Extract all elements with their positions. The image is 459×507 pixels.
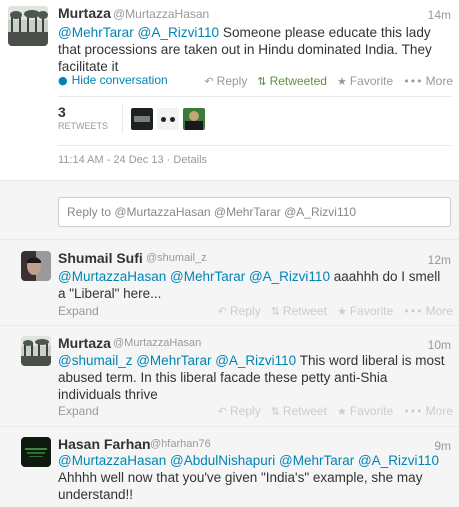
tweet-time[interactable]: 9m	[434, 439, 451, 453]
divider	[58, 96, 451, 97]
reply-tweet[interactable]: Hasan Farhan @hfarhan76 9m @MurtazzaHasa…	[0, 427, 459, 507]
retweet-count: 3	[58, 104, 66, 120]
retweeted-label: Retweeted	[269, 74, 327, 88]
more-label: More	[425, 404, 453, 418]
avatar-image	[21, 336, 51, 366]
more-label: More	[425, 74, 453, 88]
mention-link[interactable]: @A_Rizvi110	[138, 25, 220, 40]
star-icon: ★	[336, 74, 347, 88]
retweet-button[interactable]: ⇅ Retweet	[271, 304, 327, 318]
retweet-label: Retweet	[282, 404, 327, 418]
mention-link[interactable]: @MehrTarar	[58, 25, 134, 40]
reply-placeholder: Reply to @MurtazzaHasan @MehrTarar @A_Ri…	[67, 205, 357, 219]
expand-link[interactable]: Expand	[58, 304, 99, 318]
avatar[interactable]	[8, 6, 48, 46]
more-label: More	[425, 304, 453, 318]
reply-tweet[interactable]: Shumail Sufi @shumail_z 12m @MurtazzaHas…	[0, 240, 459, 325]
mention-links[interactable]: @MurtazzaHasan @MehrTarar @A_Rizvi110	[58, 269, 330, 284]
more-dots-icon: •••	[403, 404, 423, 418]
retweet-stats[interactable]: 3 RETWEETS	[58, 104, 108, 131]
tweet-text: @MurtazzaHasan @MehrTarar @A_Rizvi110 aa…	[58, 268, 449, 302]
speech-bubble-icon: ●	[58, 73, 68, 87]
tweet-time[interactable]: 12m	[428, 253, 451, 267]
reply-button[interactable]: ↶ Reply	[218, 404, 261, 418]
avatar-image	[8, 6, 48, 46]
author-name[interactable]: Hasan Farhan	[58, 436, 151, 452]
author-handle[interactable]: @hfarhan76	[150, 438, 211, 450]
mention-links[interactable]: @shumail_z @MehrTarar @A_Rizvi110	[58, 353, 296, 368]
tweet-actions: ↶ Reply ⇅ Retweet ★ Favorite ••• More	[218, 304, 453, 318]
more-dots-icon: •••	[403, 74, 423, 88]
divider	[122, 104, 123, 134]
reply-button[interactable]: ↶ Reply	[204, 74, 247, 88]
mention-links[interactable]: @MurtazzaHasan @AbdulNishapuri @MehrTara…	[58, 453, 439, 468]
reply-icon: ↶	[217, 404, 228, 418]
more-button[interactable]: ••• More	[403, 404, 453, 418]
tweet-text: @shumail_z @MehrTarar @A_Rizvi110 This w…	[58, 352, 449, 403]
divider	[58, 145, 451, 146]
tweet-text: @MehrTarar @A_Rizvi110 Someone please ed…	[58, 24, 449, 75]
reply-box-container: Reply to @MurtazzaHasan @MehrTarar @A_Ri…	[0, 180, 459, 239]
favorite-button[interactable]: ★ Favorite	[337, 304, 393, 318]
avatar[interactable]	[21, 437, 51, 467]
author-handle[interactable]: @MurtazzaHasan	[113, 337, 201, 349]
favorite-label: Favorite	[349, 304, 394, 318]
tweet-timestamp: 11:14 AM - 24 Dec 13	[58, 154, 164, 166]
retweet-label: Retweet	[282, 304, 327, 318]
retweet-button[interactable]: ⇅ Retweet	[271, 404, 327, 418]
tweet-time[interactable]: 14m	[428, 8, 451, 22]
retweeter-avatars	[131, 108, 205, 130]
avatar[interactable]	[21, 336, 51, 366]
reply-tweet[interactable]: Murtaza @MurtazzaHasan 10m @shumail_z @M…	[0, 326, 459, 426]
retweeted-button[interactable]: ⇅ Retweeted	[257, 74, 327, 88]
reply-label: Reply	[216, 74, 248, 88]
reply-input[interactable]: Reply to @MurtazzaHasan @MehrTarar @A_Ri…	[58, 197, 451, 227]
author-name[interactable]: Shumail Sufi	[58, 250, 143, 266]
avatar[interactable]	[21, 251, 51, 281]
expanded-tweet: Murtaza @MurtazzaHasan 14m @MehrTarar @A…	[0, 0, 459, 180]
author-handle[interactable]: @MurtazzaHasan	[113, 7, 209, 21]
favorite-label: Favorite	[349, 74, 394, 88]
expand-link[interactable]: Expand	[58, 404, 99, 418]
tweet-actions: ↶ Reply ⇅ Retweeted ★ Favorite ••• More	[204, 74, 453, 88]
reply-label: Reply	[230, 304, 261, 318]
tweet-actions: ↶ Reply ⇅ Retweet ★ Favorite ••• More	[218, 404, 453, 418]
tweet-body: Ahhhh well now that you've given "India'…	[58, 470, 423, 502]
hide-conversation-label: Hide conversation	[71, 73, 168, 87]
tweet-text: @MurtazzaHasan @AbdulNishapuri @MehrTara…	[58, 452, 449, 503]
reply-button[interactable]: ↶ Reply	[218, 304, 261, 318]
details-link[interactable]: Details	[173, 154, 207, 166]
more-button[interactable]: ••• More	[403, 74, 453, 88]
favorite-label: Favorite	[349, 404, 394, 418]
favorite-button[interactable]: ★ Favorite	[337, 74, 393, 88]
author-name[interactable]: Murtaza	[58, 335, 111, 351]
retweeter-avatar[interactable]	[131, 108, 153, 130]
star-icon: ★	[336, 304, 347, 318]
hide-conversation-link[interactable]: ● Hide conversation	[58, 73, 168, 87]
retweeter-avatar[interactable]	[183, 108, 205, 130]
author-name[interactable]: Murtaza	[58, 5, 111, 21]
more-button[interactable]: ••• More	[403, 304, 453, 318]
avatar-image	[21, 251, 51, 281]
retweets-label: RETWEETS	[58, 121, 109, 131]
tweet-time[interactable]: 10m	[428, 338, 451, 352]
reply-icon: ↶	[204, 74, 214, 88]
retweet-icon: ⇅	[270, 304, 280, 318]
retweet-icon: ⇅	[270, 404, 280, 418]
tweet-timestamp-row: 11:14 AM - 24 Dec 13 · Details	[58, 154, 207, 166]
author-handle[interactable]: @shumail_z	[146, 252, 207, 264]
retweet-icon: ⇅	[257, 74, 267, 88]
more-dots-icon: •••	[403, 304, 423, 318]
avatar-image	[21, 437, 51, 467]
reply-icon: ↶	[217, 304, 228, 318]
reply-label: Reply	[230, 404, 261, 418]
retweeter-avatar[interactable]	[157, 108, 179, 130]
star-icon: ★	[336, 404, 347, 418]
favorite-button[interactable]: ★ Favorite	[337, 404, 393, 418]
